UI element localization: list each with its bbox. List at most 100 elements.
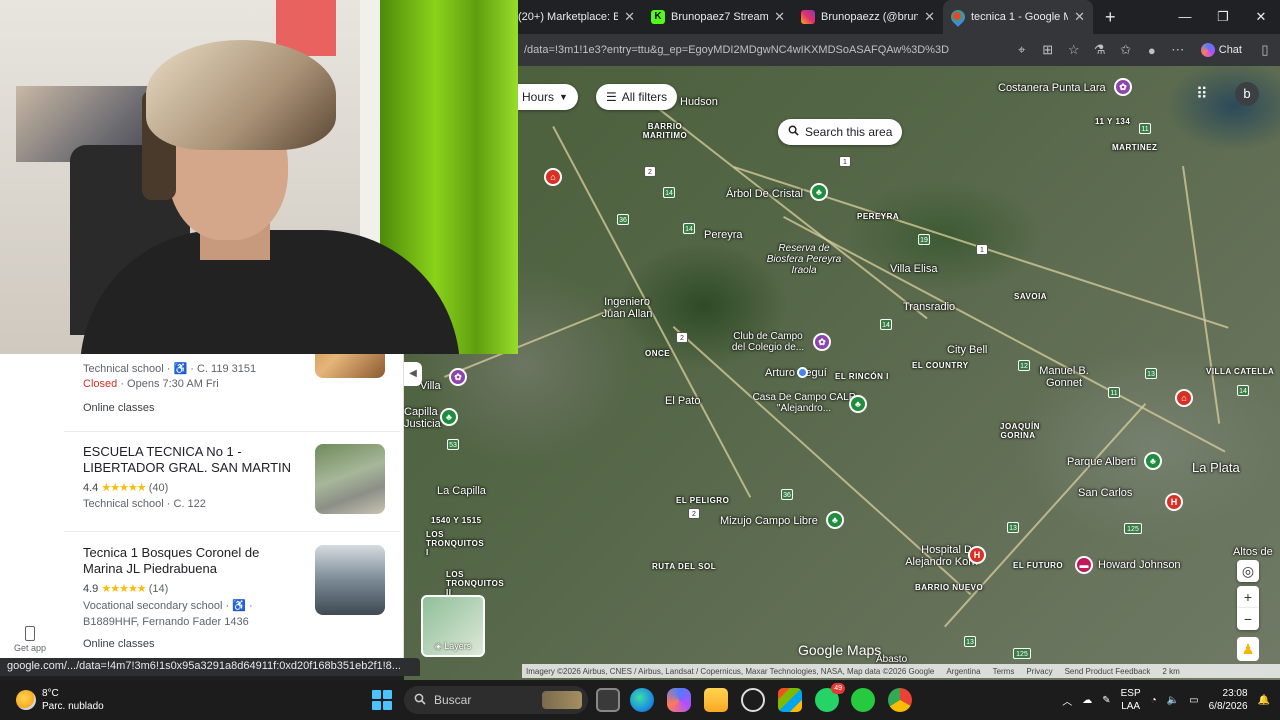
taskbar-search[interactable]: Buscar: [404, 686, 588, 714]
microsoft-store-icon[interactable]: [778, 688, 802, 712]
extension-icon[interactable]: ⚗: [1091, 42, 1109, 58]
scale-label[interactable]: 2 km: [1162, 667, 1179, 676]
get-app-button[interactable]: Get app: [14, 626, 46, 653]
map-label[interactable]: Casa De Campo CALP "Alejandro...: [752, 392, 856, 414]
result-photo[interactable]: [315, 354, 385, 378]
chatgpt-icon[interactable]: [741, 688, 765, 712]
layers-icon: ◈: [434, 641, 442, 651]
list-item[interactable]: ESCUELA TECNICA No 1 - LIBERTADOR GRAL. …: [64, 432, 400, 532]
privacy-link[interactable]: Privacy: [1026, 667, 1052, 676]
notifications-icon[interactable]: 🔔: [1258, 695, 1270, 706]
maximize-button[interactable]: ❐: [1204, 9, 1242, 25]
zoom-in-button[interactable]: +: [1237, 586, 1259, 608]
hours-filter-chip[interactable]: Hours ▼: [518, 84, 578, 110]
all-filters-chip[interactable]: ☰ All filters: [596, 84, 678, 110]
hospital-pin-icon[interactable]: H: [1165, 493, 1183, 511]
system-tray: ︿ ☁ ✎ ESP LAA ◔ 🔈 ▭ 23:08 6/8/2026 🔔: [1062, 680, 1280, 720]
my-location-icon[interactable]: ◎: [1237, 560, 1259, 582]
chevron-up-icon[interactable]: ︿: [1062, 693, 1072, 708]
language-indicator[interactable]: ESP LAA: [1121, 687, 1141, 713]
list-item[interactable]: Tecnica 1 Bosques Coronel de Marina JL P…: [64, 532, 400, 660]
map-label: EL COUNTRY: [912, 361, 969, 370]
sidebar-toggle-icon[interactable]: ▯: [1256, 42, 1274, 58]
volume-icon[interactable]: 🔈: [1167, 695, 1179, 706]
pegman-icon[interactable]: ♟: [1237, 637, 1259, 661]
new-tab-button[interactable]: +: [1093, 7, 1128, 28]
collapse-panel-button[interactable]: ◀: [404, 362, 422, 386]
place-pin-icon[interactable]: ✿: [1114, 78, 1132, 96]
whatsapp-icon[interactable]: [815, 683, 845, 712]
chrome-icon[interactable]: [888, 688, 912, 712]
task-view-icon[interactable]: [596, 688, 620, 712]
tab-marketplace[interactable]: (20+) Marketplace: BMW ✕: [518, 0, 643, 34]
map-label[interactable]: Árbol De Cristal: [726, 188, 803, 200]
result-type: Technical school · C. 122: [83, 498, 206, 510]
place-pin-icon[interactable]: ✿: [813, 333, 831, 351]
favorites-icon[interactable]: ✩: [1117, 42, 1135, 58]
feedback-icon[interactable]: ✎: [1102, 695, 1110, 706]
zoom-out-button[interactable]: −: [1237, 608, 1259, 630]
edge-icon[interactable]: [630, 688, 654, 712]
minimize-button[interactable]: —: [1166, 9, 1204, 25]
result-name[interactable]: Tecnica 1 Bosques Coronel de Marina JL P…: [83, 545, 298, 577]
map-label[interactable]: Costanera Punta Lara: [998, 82, 1106, 94]
route-badge: 14: [663, 187, 675, 198]
google-maps-logo: Google Maps: [798, 642, 882, 658]
layers-label: Layers: [444, 641, 472, 651]
list-item[interactable]: Technical school · ♿ · C. 119 3151 Close…: [64, 354, 400, 432]
more-menu-icon[interactable]: ⋯: [1169, 42, 1187, 58]
result-photo[interactable]: [315, 444, 385, 514]
profile-icon[interactable]: ●: [1143, 43, 1161, 58]
map-label: Reserva de Biosfera Pereyra Iraola: [766, 243, 842, 276]
tab-google-maps[interactable]: tecnica 1 - Google Map ✕: [943, 0, 1093, 34]
bookmark-star-icon[interactable]: ☆: [1065, 42, 1083, 58]
battery-icon[interactable]: ▭: [1189, 695, 1198, 706]
park-pin-icon[interactable]: ♣: [849, 395, 867, 413]
close-icon[interactable]: ✕: [1074, 9, 1085, 25]
map-label[interactable]: Howard Johnson: [1098, 559, 1181, 571]
hospital-pin-icon[interactable]: H: [968, 546, 986, 564]
school-pin-icon[interactable]: ⌂: [544, 168, 562, 186]
wifi-icon[interactable]: ◔: [1151, 695, 1157, 706]
windows-taskbar: 8°C Parc. nublado Buscar ︿ ☁ ✎ ESP LA: [0, 680, 1280, 720]
result-rating: 4.9 ★★★★★ (14): [83, 583, 169, 595]
account-avatar[interactable]: b: [1235, 82, 1259, 106]
terms-link[interactable]: Terms: [993, 667, 1015, 676]
layers-button[interactable]: ◈ Layers: [421, 595, 485, 657]
result-photo[interactable]: [315, 545, 385, 615]
map-label[interactable]: Hospital Dr. Alejandro Korn: [882, 544, 978, 568]
onedrive-icon[interactable]: ☁: [1082, 695, 1092, 706]
feedback-link[interactable]: Send Product Feedback: [1065, 667, 1151, 676]
tab-kick-stream[interactable]: K Brunopaez7 Stream - W ✕: [643, 0, 793, 34]
window-close-button[interactable]: ✕: [1242, 9, 1280, 25]
result-name[interactable]: ESCUELA TECNICA No 1 - LIBERTADOR GRAL. …: [83, 444, 298, 476]
location-icon[interactable]: ⌖: [1013, 42, 1031, 58]
google-apps-icon[interactable]: ⠿: [1196, 84, 1208, 104]
park-pin-icon[interactable]: ♣: [440, 408, 458, 426]
map-label[interactable]: Club de Campo del Colegio de...: [726, 331, 810, 353]
school-pin-icon[interactable]: ⌂: [1175, 389, 1193, 407]
park-pin-icon[interactable]: ♣: [826, 511, 844, 529]
place-pin-icon[interactable]: ✿: [449, 368, 467, 386]
map-label[interactable]: Mizujo Campo Libre: [720, 515, 818, 527]
hotel-pin-icon[interactable]: ▬: [1075, 556, 1093, 574]
clock[interactable]: 23:08 6/8/2026: [1209, 687, 1248, 713]
weather-widget[interactable]: 8°C Parc. nublado: [0, 687, 200, 713]
close-icon[interactable]: ✕: [924, 9, 935, 25]
result-extra: Online classes: [83, 638, 155, 650]
install-app-icon[interactable]: ⊞: [1039, 42, 1057, 58]
park-pin-icon[interactable]: ♣: [810, 183, 828, 201]
start-button[interactable]: [372, 690, 392, 710]
search-this-area-button[interactable]: Search this area: [778, 119, 903, 145]
results-panel[interactable]: Get app Technical school · ♿ · C. 119 31…: [0, 354, 404, 660]
copilot-icon[interactable]: [667, 688, 691, 712]
close-icon[interactable]: ✕: [624, 9, 635, 25]
park-pin-icon[interactable]: ♣: [1144, 452, 1162, 470]
close-icon[interactable]: ✕: [774, 9, 785, 25]
route-badge: 12: [1018, 360, 1030, 371]
copilot-chat-button[interactable]: Chat: [1195, 41, 1248, 59]
xbox-app-icon[interactable]: [851, 688, 875, 712]
url-field[interactable]: /data=!3m1!1e3?entry=ttu&g_ep=EgoyMDI2MD…: [524, 44, 1005, 56]
tab-instagram[interactable]: Brunopaezz (@brunopa ✕: [793, 0, 943, 34]
file-explorer-icon[interactable]: [704, 688, 728, 712]
